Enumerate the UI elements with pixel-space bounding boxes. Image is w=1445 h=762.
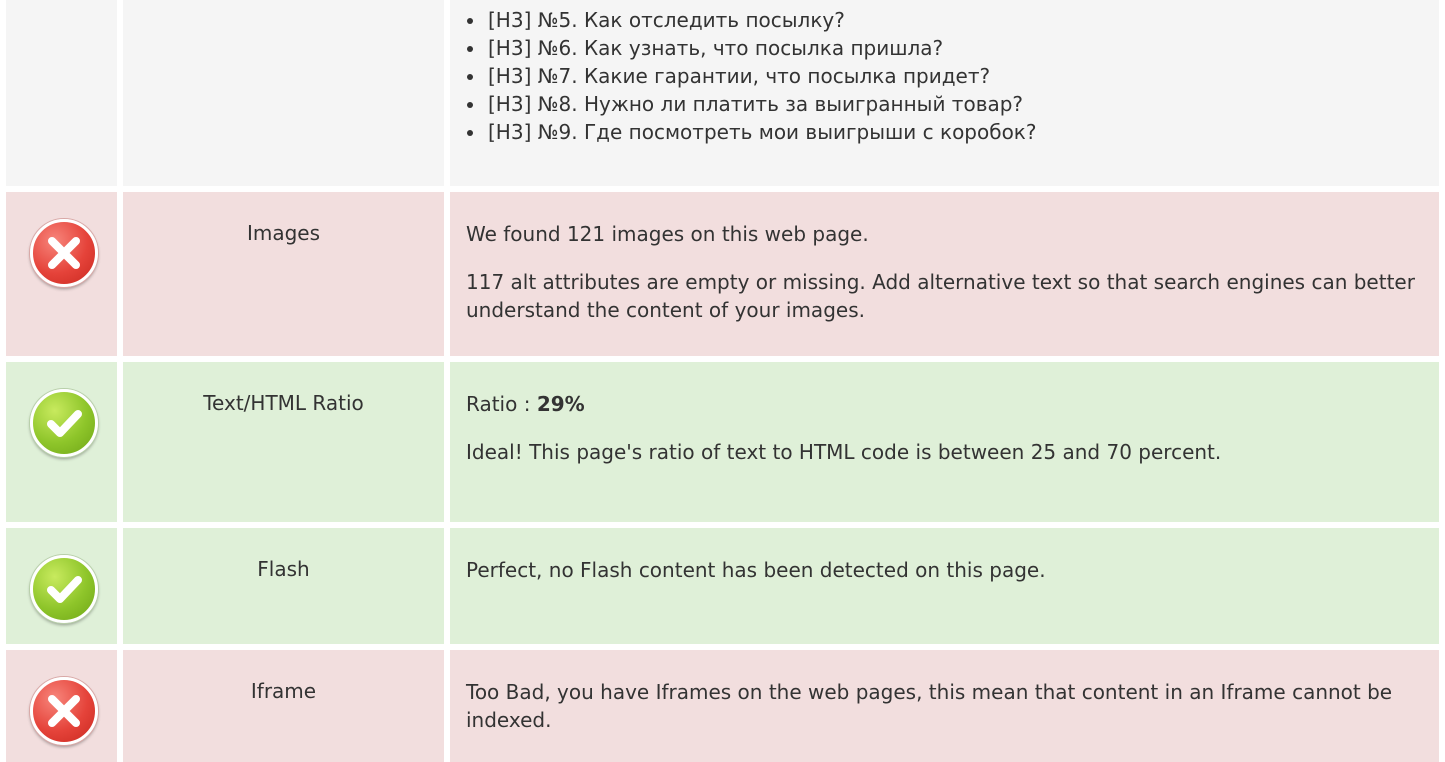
ratio-body-cell: Ratio : 29% Ideal! This page's ratio of … <box>450 362 1439 522</box>
cross-icon <box>30 677 98 745</box>
images-body-cell: We found 121 images on this web page. 11… <box>450 192 1439 356</box>
list-item: [H3] №6. Как узнать, что посылка пришла? <box>486 34 1037 62</box>
images-check-row: Images We found 121 images on this web p… <box>0 192 1445 356</box>
ratio-prefix: Ratio : <box>466 392 537 416</box>
flash-icon-cell <box>6 528 117 644</box>
flash-verdict-text: Perfect, no Flash content has been detec… <box>466 558 1046 582</box>
check-label: Images <box>246 221 321 245</box>
check-description: We found 121 images on this web page. 11… <box>466 220 1415 324</box>
check-label: Flash <box>257 557 310 581</box>
images-icon-cell <box>6 192 117 356</box>
iframe-label-cell: Iframe <box>123 650 444 762</box>
headings-body-cell: [H3] №5. Как отследить посылку? [H3] №6.… <box>450 0 1439 186</box>
ratio-value-line: Ratio : 29% <box>466 390 1415 418</box>
iframe-check-row: Iframe Too Bad, you have Iframes on the … <box>0 650 1445 762</box>
iframe-verdict-text: Too Bad, you have Iframes on the web pag… <box>466 680 1393 732</box>
flash-label-cell: Flash <box>123 528 444 644</box>
check-label: Iframe <box>250 679 317 703</box>
cross-icon <box>30 219 98 287</box>
check-icon <box>30 555 98 623</box>
ratio-value: 29% <box>536 392 585 416</box>
iframe-body-cell: Too Bad, you have Iframes on the web pag… <box>450 650 1439 762</box>
ratio-label-cell: Text/HTML Ratio <box>123 362 444 522</box>
seo-report: [H3] №5. Как отследить посылку? [H3] №6.… <box>0 0 1445 762</box>
headings-label-cell <box>123 0 444 186</box>
list-item: [H3] №7. Какие гарантии, что посылка при… <box>486 62 1037 90</box>
list-item: [H3] №5. Как отследить посылку? <box>486 6 1037 34</box>
headings-row: [H3] №5. Как отследить посылку? [H3] №6.… <box>0 0 1445 186</box>
flash-body-cell: Perfect, no Flash content has been detec… <box>450 528 1439 644</box>
heading-list: [H3] №5. Как отследить посылку? [H3] №6.… <box>466 6 1037 146</box>
check-description: Ratio : 29% Ideal! This page's ratio of … <box>466 390 1415 466</box>
check-icon <box>30 389 98 457</box>
images-alt-text: 117 alt attributes are empty or missing.… <box>466 270 1415 322</box>
ratio-check-row: Text/HTML Ratio Ratio : 29% Ideal! This … <box>0 362 1445 522</box>
list-item: [H3] №9. Где посмотреть мои выигрыши с к… <box>486 118 1037 146</box>
images-count-text: We found 121 images on this web page. <box>466 222 869 246</box>
list-item: [H3] №8. Нужно ли платить за выигранный … <box>486 90 1037 118</box>
ratio-verdict-text: Ideal! This page's ratio of text to HTML… <box>466 440 1222 464</box>
headings-icon-cell <box>6 0 117 186</box>
check-description: Too Bad, you have Iframes on the web pag… <box>466 678 1415 734</box>
ratio-icon-cell <box>6 362 117 522</box>
flash-check-row: Flash Perfect, no Flash content has been… <box>0 528 1445 644</box>
iframe-icon-cell <box>6 650 117 762</box>
check-label: Text/HTML Ratio <box>203 391 364 415</box>
check-description: Perfect, no Flash content has been detec… <box>466 556 1415 584</box>
images-label-cell: Images <box>123 192 444 356</box>
